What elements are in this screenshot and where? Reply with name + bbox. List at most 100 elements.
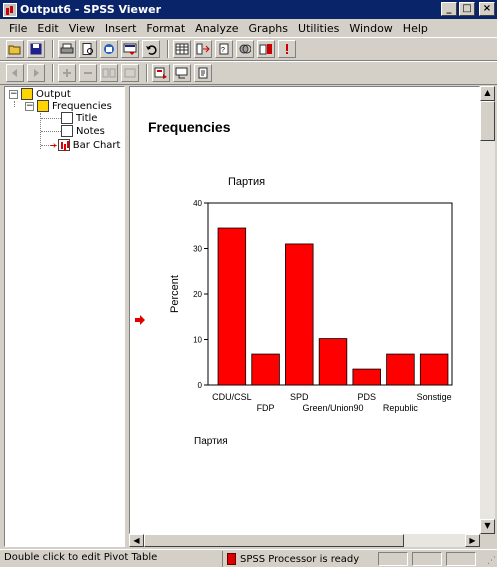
vertical-scrollbar[interactable]: ▲ ▼ [480,86,495,534]
x-tick-label: Sonstige [417,392,452,402]
processor-status: SPSS Processor is ready [222,551,372,567]
y-axis-label: Percent [169,275,181,313]
bar-chart-icon [57,139,70,151]
x-tick-label: Republic [383,403,419,413]
bar [352,368,381,386]
x-tick-label: SPD [290,392,309,402]
insert-heading-icon[interactable] [152,64,170,82]
menu-analyze[interactable]: Analyze [190,22,243,35]
menu-format[interactable]: Format [141,22,190,35]
y-tick-label: 20 [193,290,202,299]
print-icon[interactable] [58,40,76,58]
goto-case-icon[interactable] [194,40,212,58]
book-icon [21,88,33,100]
bar [285,243,314,386]
menu-window[interactable]: Window [344,22,397,35]
scroll-right-icon[interactable]: ▶ [465,534,480,547]
menu-bar: File Edit View Insert Format Analyze Gra… [0,19,497,37]
x-tick-label: FDP [257,403,275,413]
bar [251,353,280,386]
designate-window-icon[interactable] [257,40,275,58]
export-icon[interactable] [100,40,118,58]
tree-label-frequencies: Frequencies [52,100,112,112]
vertical-scroll-thumb[interactable] [480,101,495,141]
output-content-pane: Frequencies Партия 0 10 20 30 40 Percent CDU/CS… [129,86,480,534]
collapse-toggle-icon[interactable]: − [25,101,34,111]
menu-insert[interactable]: Insert [100,22,142,35]
resize-grip-icon[interactable]: ⋰ [487,556,496,566]
bar [318,338,348,386]
tree-line [14,101,15,107]
bar-chart[interactable]: Партия 0 10 20 30 40 Percent CDU/CSL FDP SPDGreen… [140,167,470,467]
menu-view[interactable]: View [64,22,100,35]
toolbar-separator [52,64,54,82]
horizontal-scroll-thumb[interactable] [144,534,404,547]
horizontal-scrollbar[interactable]: ◀ ▶ [129,534,480,547]
open-icon[interactable] [6,40,24,58]
insert-title-icon[interactable] [173,64,191,82]
menu-help[interactable]: Help [398,22,433,35]
menu-edit[interactable]: Edit [32,22,63,35]
main-toolbar: ? [0,37,497,61]
svg-text:?: ? [221,47,225,54]
variables-icon[interactable]: ? [215,40,233,58]
chart-title: Партия [228,176,265,188]
frequencies-heading[interactable]: Frequencies [148,119,230,135]
collapse-icon[interactable] [79,64,97,82]
tree-label-output: Output [36,88,71,100]
scroll-left-icon[interactable]: ◀ [129,534,144,547]
status-message: Double click to edit Pivot Table [4,552,158,563]
window-title: Output6 - SPSS Viewer [20,3,162,16]
title-page-icon [61,112,73,124]
processor-status-text: SPSS Processor is ready [240,553,360,565]
menu-utilities[interactable]: Utilities [293,22,344,35]
current-item-arrow-icon: ➔ [50,140,57,150]
insert-text-icon[interactable] [194,64,212,82]
y-tick-label: 10 [193,336,202,345]
tree-line [41,118,61,119]
promote-icon[interactable] [6,64,24,82]
processor-icon [227,553,236,565]
hide-icon[interactable] [121,64,139,82]
outline-pane: − Output − Frequencies Title Notes ➔ Bar… [4,86,125,547]
scroll-down-icon[interactable]: ▼ [480,519,495,534]
tree-label-bar-chart: Bar Chart [72,139,121,151]
y-tick-label: 0 [198,381,203,390]
show-icon[interactable] [100,64,118,82]
bar [419,353,449,386]
bar [386,353,415,386]
menu-file[interactable]: File [4,22,32,35]
goto-data-icon[interactable] [173,40,191,58]
toolbar-separator [167,40,169,58]
tree-node-title[interactable]: Title [61,112,97,124]
notes-page-icon [61,125,73,137]
tree-node-notes[interactable]: Notes [61,125,105,137]
print-preview-icon[interactable] [79,40,97,58]
close-button[interactable]: × [479,2,495,16]
bar [217,227,247,386]
spss-app-icon[interactable] [3,2,17,17]
status-box [446,552,476,566]
title-bar: Output6 - SPSS Viewer _ □ × [0,0,497,19]
dialog-recall-icon[interactable] [121,40,139,58]
undo-icon[interactable] [142,40,160,58]
tree-node-output[interactable]: − Output [9,88,71,100]
x-tick-label: Green/Union90 [302,403,363,413]
outline-toolbar [0,61,497,85]
collapse-toggle-icon[interactable]: − [9,89,18,99]
maximize-button[interactable]: □ [459,2,475,16]
scroll-up-icon[interactable]: ▲ [480,86,495,101]
menu-graphs[interactable]: Graphs [244,22,293,35]
toolbar-separator [146,64,148,82]
save-icon[interactable] [27,40,45,58]
demote-icon[interactable] [27,64,45,82]
tree-node-frequencies[interactable]: − Frequencies [25,100,112,112]
expand-icon[interactable] [58,64,76,82]
tree-node-bar-chart[interactable]: ➔ Bar Chart [50,139,120,151]
minimize-button[interactable]: _ [441,2,457,16]
y-tick-label: 30 [193,245,202,254]
x-tick-label: PDS [357,392,376,402]
status-bar: Double click to edit Pivot Table SPSS Pr… [0,549,497,567]
use-sets-icon[interactable] [236,40,254,58]
disabled-icon[interactable] [278,40,296,58]
